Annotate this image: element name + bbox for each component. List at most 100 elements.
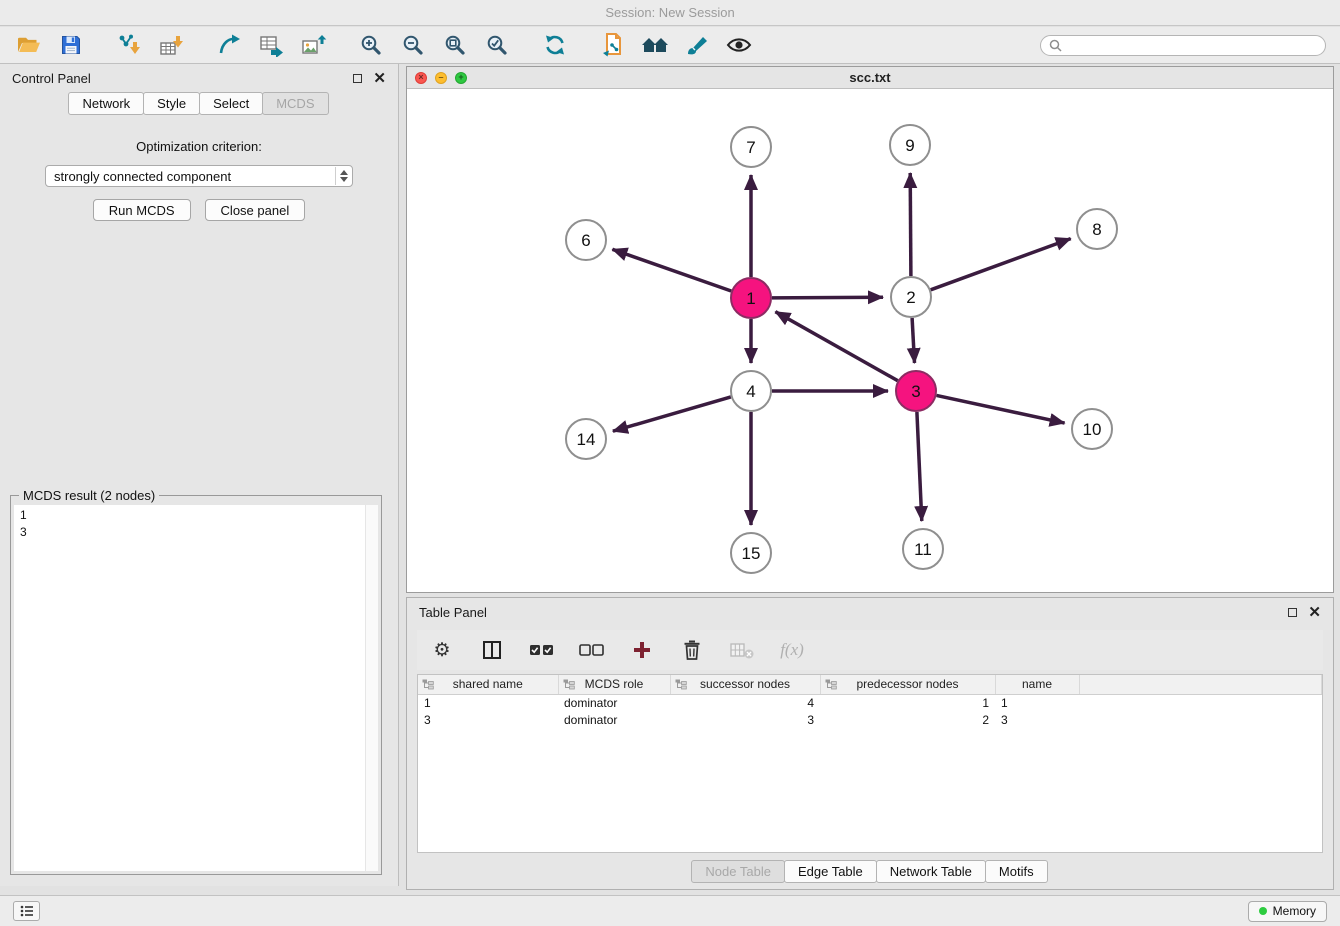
- network-window-titlebar: × – + scc.txt: [407, 67, 1333, 89]
- node-table: shared name MCDS r: [417, 674, 1323, 853]
- tab-network[interactable]: Network: [68, 92, 144, 115]
- edge-4-14[interactable]: [613, 397, 731, 431]
- import-network-button[interactable]: [114, 30, 144, 60]
- zoom-in-icon: [359, 33, 383, 57]
- network-graph[interactable]: 7968123410141511: [407, 89, 1332, 592]
- close-panel-button[interactable]: Close panel: [205, 199, 306, 221]
- column-header-mcds-role[interactable]: MCDS role: [558, 675, 670, 695]
- zoom-in-button[interactable]: [356, 30, 386, 60]
- close-window-icon[interactable]: ×: [415, 72, 427, 84]
- mcds-result-area[interactable]: 13: [14, 505, 378, 871]
- apply-style-icon: [685, 33, 709, 57]
- open-file-button[interactable]: [14, 30, 44, 60]
- memory-label: Memory: [1273, 904, 1316, 918]
- delete-table-button: [727, 635, 757, 665]
- optimization-criterion-select[interactable]: strongly connected component: [45, 165, 353, 187]
- apply-style-button[interactable]: [682, 30, 712, 60]
- table-row[interactable]: 3dominator323: [418, 712, 1322, 729]
- edge-2-8[interactable]: [931, 239, 1071, 290]
- tree-icon: [675, 679, 687, 690]
- column-header-predecessor-nodes[interactable]: predecessor nodes: [820, 675, 995, 695]
- deselect-all-rows-button[interactable]: [577, 635, 607, 665]
- minimize-window-icon[interactable]: –: [435, 72, 447, 84]
- table-settings-button[interactable]: ⚙: [427, 635, 457, 665]
- network-from-table-button[interactable]: [256, 30, 286, 60]
- export-image-button[interactable]: [298, 30, 328, 60]
- edge-2-9[interactable]: [910, 173, 911, 276]
- edge-3-11[interactable]: [917, 412, 922, 521]
- table-cell[interactable]: dominator: [558, 712, 670, 729]
- table-cell[interactable]: 3: [418, 712, 558, 729]
- table-cell[interactable]: 2: [820, 712, 995, 729]
- maximize-window-icon[interactable]: +: [455, 72, 467, 84]
- add-column-button[interactable]: [627, 635, 657, 665]
- edge-3-1[interactable]: [775, 312, 897, 381]
- import-table-icon: [158, 33, 184, 57]
- zoom-fit-button[interactable]: [440, 30, 470, 60]
- save-session-button[interactable]: [56, 30, 86, 60]
- column-header-successor-nodes[interactable]: successor nodes: [670, 675, 820, 695]
- tab-network-table[interactable]: Network Table: [876, 860, 986, 883]
- run-mcds-button[interactable]: Run MCDS: [93, 199, 191, 221]
- column-header-shared-name[interactable]: shared name: [418, 675, 558, 695]
- show-columns-button[interactable]: [477, 635, 507, 665]
- zoom-selected-button[interactable]: [482, 30, 512, 60]
- delete-table-icon: [729, 640, 755, 660]
- tab-edge-table[interactable]: Edge Table: [784, 860, 877, 883]
- home-button[interactable]: [640, 30, 670, 60]
- table-row[interactable]: 1dominator411: [418, 695, 1322, 712]
- memory-status-icon: [1259, 907, 1267, 915]
- select-all-rows-button[interactable]: [527, 635, 557, 665]
- table-cell[interactable]: 1: [820, 695, 995, 712]
- first-neighbors-button[interactable]: [214, 30, 244, 60]
- table-cell[interactable]: 1: [995, 695, 1079, 712]
- tab-select[interactable]: Select: [199, 92, 263, 115]
- tab-mcds[interactable]: MCDS: [262, 92, 328, 115]
- home-icon: [640, 34, 670, 56]
- table-cell[interactable]: 3: [995, 712, 1079, 729]
- import-table-button[interactable]: [156, 30, 186, 60]
- tree-icon: [422, 679, 434, 690]
- zoom-out-button[interactable]: [398, 30, 428, 60]
- tab-style[interactable]: Style: [143, 92, 200, 115]
- table-cell[interactable]: dominator: [558, 695, 670, 712]
- close-panel-icon[interactable]: ✕: [373, 71, 386, 86]
- tab-node-table[interactable]: Node Table: [691, 860, 785, 883]
- mcds-result-scrollbar[interactable]: [365, 505, 378, 871]
- column-header-name[interactable]: name: [995, 675, 1079, 695]
- edge-1-2[interactable]: [772, 297, 883, 298]
- table-cell[interactable]: 4: [670, 695, 820, 712]
- edge-3-10[interactable]: [937, 395, 1065, 423]
- tab-motifs[interactable]: Motifs: [985, 860, 1048, 883]
- tree-icon: [825, 679, 837, 690]
- duplicate-network-button[interactable]: [598, 30, 628, 60]
- file-group: [14, 30, 86, 60]
- node-label-11: 11: [914, 540, 932, 559]
- table-panel-header: Table Panel ✕: [407, 598, 1333, 626]
- memory-button[interactable]: Memory: [1248, 901, 1327, 922]
- table-panel: Table Panel ✕ ⚙: [406, 597, 1334, 890]
- task-history-button[interactable]: [13, 901, 40, 921]
- session-title: Session: New Session: [605, 5, 734, 20]
- import-group: [114, 30, 186, 60]
- table-cell[interactable]: 3: [670, 712, 820, 729]
- control-panel-tabs: Network Style Select MCDS: [0, 92, 398, 115]
- node-label-15: 15: [742, 544, 761, 563]
- mcds-result-box: MCDS result (2 nodes) 13: [10, 495, 382, 875]
- control-panel-title: Control Panel: [12, 71, 91, 86]
- delete-column-button[interactable]: [677, 635, 707, 665]
- mcds-result-list: 13: [20, 507, 362, 869]
- node-label-8: 8: [1092, 220, 1101, 239]
- show-hide-button[interactable]: [724, 30, 754, 60]
- network-title: scc.txt: [849, 70, 890, 85]
- table-cell[interactable]: 1: [418, 695, 558, 712]
- float-panel-icon[interactable]: [353, 74, 362, 83]
- close-table-panel-icon[interactable]: ✕: [1308, 605, 1321, 620]
- node-label-14: 14: [577, 430, 596, 449]
- refresh-button[interactable]: [540, 30, 570, 60]
- edge-1-6[interactable]: [612, 249, 731, 291]
- search-input[interactable]: [1067, 38, 1317, 52]
- search-box[interactable]: [1040, 35, 1326, 56]
- float-table-panel-icon[interactable]: [1288, 608, 1297, 617]
- edge-2-3[interactable]: [912, 318, 914, 363]
